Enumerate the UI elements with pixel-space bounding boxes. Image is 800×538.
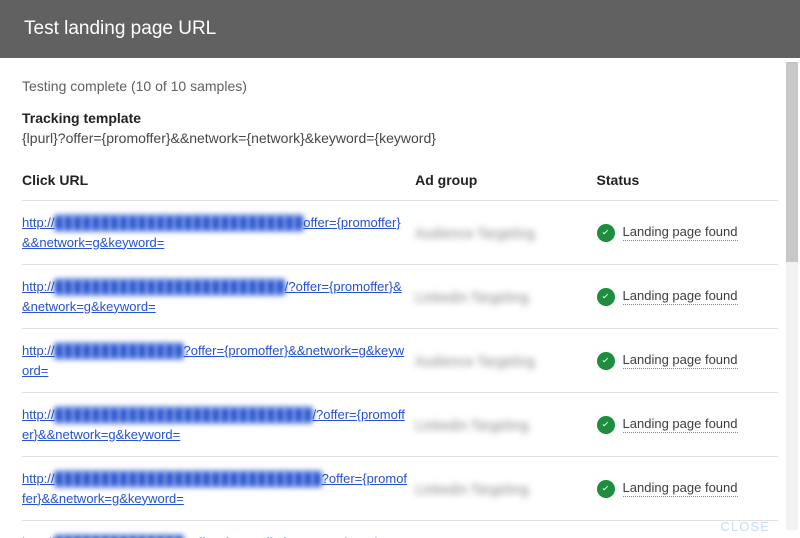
dialog-header: Test landing page URL	[0, 0, 800, 58]
url-redacted: █████████████████████████	[55, 279, 285, 294]
tracking-template-value: {lpurl}?offer={promoffer}&&network={netw…	[22, 130, 778, 146]
url-prefix: http://	[22, 215, 55, 230]
url-prefix: http://	[22, 471, 55, 486]
status-text[interactable]: Landing page found	[623, 480, 738, 497]
check-circle-icon	[597, 480, 615, 498]
dialog-title: Test landing page URL	[24, 18, 216, 39]
status-text[interactable]: Landing page found	[623, 352, 738, 369]
status-cell: Landing page found	[597, 329, 778, 393]
dialog-content: Testing complete (10 of 10 samples) Trac…	[0, 58, 800, 538]
ad-group-cell: Linkedin Targeting	[415, 521, 596, 538]
url-prefix: http://	[22, 407, 55, 422]
ad-group-value: Linkedin Targeting	[415, 481, 528, 497]
ad-group-cell: Linkedin Targeting	[415, 457, 596, 521]
ad-group-cell: Linkedin Targeting	[415, 393, 596, 457]
click-url-link[interactable]: http://█████████████████████████/?offer=…	[22, 279, 402, 314]
click-url-cell: http://██████████████?offer={promoffer}&…	[22, 521, 415, 538]
url-prefix: http://	[22, 279, 55, 294]
click-url-cell: http://████████████████████████████/?off…	[22, 393, 415, 457]
status-cell: Landing page found	[597, 201, 778, 265]
table-row: http://██████████████?offer={promoffer}&…	[22, 329, 778, 393]
tracking-template-label: Tracking template	[22, 110, 778, 126]
click-url-link[interactable]: http://████████████████████████████/?off…	[22, 407, 405, 442]
ad-group-cell: Audience Targeting	[415, 329, 596, 393]
table-row: http://█████████████████████████████?off…	[22, 457, 778, 521]
url-redacted: █████████████████████████████	[55, 471, 322, 486]
ad-group-value: Linkedin Targeting	[415, 289, 528, 305]
check-circle-icon	[597, 416, 615, 434]
close-button[interactable]: CLOSE	[720, 519, 770, 534]
status-text[interactable]: Landing page found	[623, 288, 738, 305]
click-url-link[interactable]: http://███████████████████████████offer=…	[22, 215, 401, 250]
table-row: http://████████████████████████████/?off…	[22, 393, 778, 457]
url-redacted: ██████████████	[55, 343, 184, 358]
table-row: http://███████████████████████████offer=…	[22, 201, 778, 265]
status-text[interactable]: Landing page found	[623, 416, 738, 433]
results-table: Click URL Ad group Status http://███████…	[22, 164, 778, 538]
check-circle-icon	[597, 224, 615, 242]
status-cell: Landing page found	[597, 393, 778, 457]
click-url-cell: http://███████████████████████████offer=…	[22, 201, 415, 265]
status-text[interactable]: Landing page found	[623, 224, 738, 241]
column-header-ad-group: Ad group	[415, 164, 596, 201]
table-row: http://█████████████████████████/?offer=…	[22, 265, 778, 329]
click-url-cell: http://█████████████████████████████?off…	[22, 457, 415, 521]
column-header-status: Status	[597, 164, 778, 201]
url-redacted: ███████████████████████████	[55, 215, 304, 230]
status-cell: Landing page found	[597, 457, 778, 521]
url-prefix: http://	[22, 343, 55, 358]
click-url-link[interactable]: http://██████████████?offer={promoffer}&…	[22, 343, 404, 378]
click-url-link[interactable]: http://█████████████████████████████?off…	[22, 471, 407, 506]
ad-group-cell: Audience Targeting	[415, 201, 596, 265]
column-header-click-url: Click URL	[22, 164, 415, 201]
status-cell: Landing page found	[597, 265, 778, 329]
click-url-cell: http://██████████████?offer={promoffer}&…	[22, 329, 415, 393]
testing-status-text: Testing complete (10 of 10 samples)	[22, 78, 778, 94]
ad-group-value: Audience Targeting	[415, 225, 535, 241]
ad-group-value: Linkedin Targeting	[415, 417, 528, 433]
url-redacted: ████████████████████████████	[55, 407, 313, 422]
ad-group-value: Audience Targeting	[415, 353, 535, 369]
test-landing-page-dialog: Test landing page URL Testing complete (…	[0, 0, 800, 538]
ad-group-cell: Linkedin Targeting	[415, 265, 596, 329]
check-circle-icon	[597, 352, 615, 370]
check-circle-icon	[597, 288, 615, 306]
click-url-cell: http://█████████████████████████/?offer=…	[22, 265, 415, 329]
table-row: http://██████████████?offer={promoffer}&…	[22, 521, 778, 538]
scrollbar-thumb[interactable]	[786, 62, 798, 262]
